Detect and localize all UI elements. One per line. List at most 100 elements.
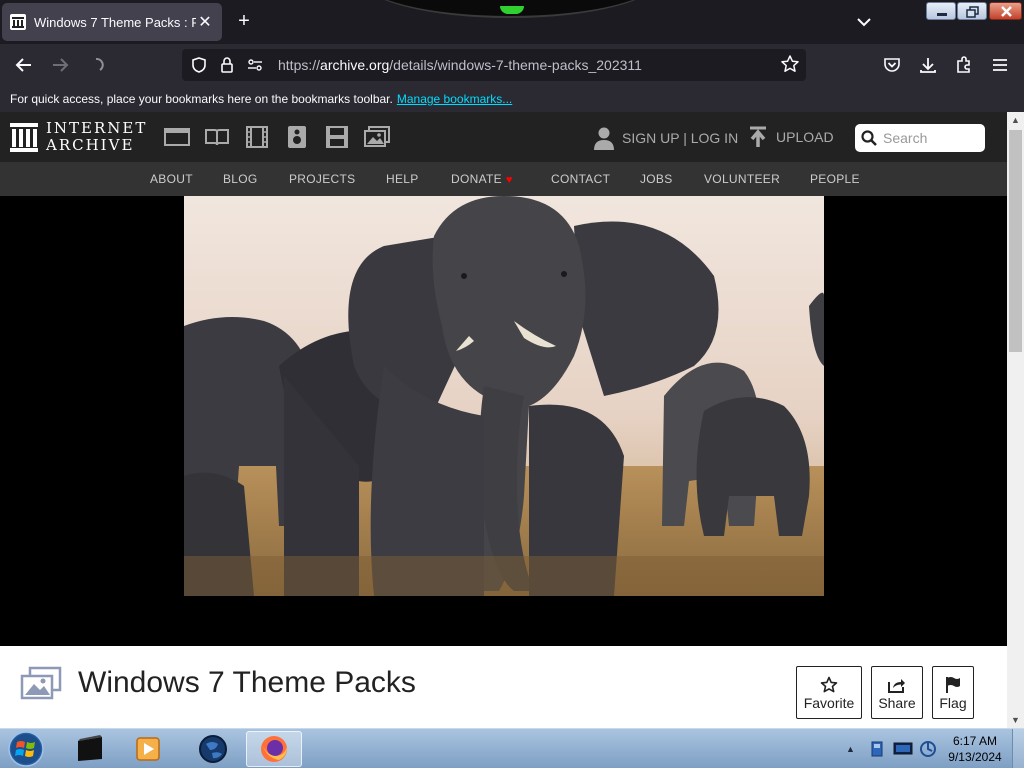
taskbar-app-media-player[interactable] xyxy=(120,731,176,767)
window-restore-button[interactable] xyxy=(957,2,987,20)
manage-bookmarks-link[interactable]: Manage bookmarks... xyxy=(397,92,512,106)
tab-title: Windows 7 Theme Packs : Free xyxy=(34,14,196,30)
archive-top-bar: INTERNET ARCHIVE SIGN UP | LOG IN UPLOAD… xyxy=(0,112,1007,162)
page-scrollbar[interactable]: ▲ ▼ xyxy=(1007,112,1024,728)
archive-building-icon xyxy=(10,123,38,152)
nav-people[interactable]: PEOPLE xyxy=(810,162,860,196)
forward-arrow-icon[interactable] xyxy=(48,53,72,77)
show-hidden-icons-arrow-icon[interactable]: ▲ xyxy=(846,744,855,754)
extensions-icon[interactable] xyxy=(952,53,976,77)
url-text[interactable]: https://archive.org/details/windows-7-th… xyxy=(278,57,806,73)
start-button[interactable] xyxy=(6,730,46,768)
archive-search-box[interactable] xyxy=(855,124,985,152)
video-film-icon[interactable] xyxy=(244,126,270,148)
browser-tab[interactable]: Windows 7 Theme Packs : Free ✕ xyxy=(2,3,222,41)
audio-speaker-icon[interactable] xyxy=(284,126,310,148)
window-minimize-button[interactable] xyxy=(926,2,956,20)
favorite-button[interactable]: Favorite xyxy=(796,666,862,719)
tab-strip: Windows 7 Theme Packs : Free ✕ + xyxy=(0,0,1024,44)
nav-help[interactable]: HELP xyxy=(386,162,419,196)
upload-label: UPLOAD xyxy=(776,129,834,145)
logo-line-2: ARCHIVE xyxy=(46,136,135,154)
nav-contact[interactable]: CONTACT xyxy=(551,162,610,196)
texts-book-icon[interactable] xyxy=(204,126,230,148)
tab-close-icon[interactable]: ✕ xyxy=(196,12,214,32)
firefox-icon xyxy=(261,736,287,762)
software-floppy-icon[interactable] xyxy=(324,126,350,148)
flag-icon xyxy=(945,675,961,695)
network-tray-icon[interactable] xyxy=(869,740,885,758)
scrollbar-thumb[interactable] xyxy=(1009,130,1022,352)
image-collection-icon xyxy=(20,666,62,702)
green-indicator-icon xyxy=(500,6,524,14)
lock-icon[interactable] xyxy=(216,54,238,76)
bookmarks-message: For quick access, place your bookmarks h… xyxy=(10,92,393,106)
user-icon xyxy=(594,127,614,150)
star-icon xyxy=(820,675,838,695)
pocket-icon[interactable] xyxy=(880,53,904,77)
tracking-protection-shield-icon[interactable] xyxy=(188,54,210,76)
window-close-button[interactable] xyxy=(989,2,1022,20)
item-header: Windows 7 Theme Packs Favorite Share Fla… xyxy=(0,646,1007,728)
nav-blog[interactable]: BLOG xyxy=(223,162,258,196)
upload-button[interactable]: UPLOAD xyxy=(748,126,834,148)
reload-loading-icon[interactable] xyxy=(84,53,108,77)
clock-date: 9/13/2024 xyxy=(948,750,1002,764)
nav-jobs[interactable]: JOBS xyxy=(640,162,673,196)
new-tab-button[interactable]: + xyxy=(232,8,256,34)
images-icon[interactable] xyxy=(364,126,390,148)
address-bar[interactable]: https://archive.org/details/windows-7-th… xyxy=(182,49,806,81)
favorite-label: Favorite xyxy=(803,694,855,711)
windows-logo-icon xyxy=(8,731,44,767)
show-desktop-button[interactable] xyxy=(1012,729,1024,768)
taskbar-app-globe[interactable] xyxy=(185,731,241,767)
permissions-icon[interactable] xyxy=(244,54,266,76)
nav-donate-label: DONATE xyxy=(451,172,502,186)
downloads-icon[interactable] xyxy=(916,53,940,77)
item-preview-image[interactable] xyxy=(184,196,824,596)
search-input[interactable] xyxy=(883,130,983,146)
internet-archive-logo[interactable]: INTERNET ARCHIVE xyxy=(10,120,147,154)
url-scheme: https:// xyxy=(278,57,321,73)
page-viewport: INTERNET ARCHIVE SIGN UP | LOG IN UPLOAD… xyxy=(0,112,1007,728)
media-player-icon xyxy=(136,737,160,761)
scroll-down-arrow-icon[interactable]: ▼ xyxy=(1007,712,1024,728)
bookmark-star-icon[interactable] xyxy=(780,54,800,79)
item-title: Windows 7 Theme Packs xyxy=(78,666,416,699)
nav-volunteer[interactable]: VOLUNTEER xyxy=(704,162,780,196)
nav-projects[interactable]: PROJECTS xyxy=(289,162,355,196)
nav-donate[interactable]: DONATE ♥ xyxy=(451,162,513,196)
heart-icon: ♥ xyxy=(505,174,513,186)
url-path: /details/windows-7-theme-packs_202311 xyxy=(389,57,642,73)
sign-up-log-in[interactable]: SIGN UP | LOG IN xyxy=(594,126,738,150)
globe-icon xyxy=(199,735,227,763)
share-label: Share xyxy=(878,694,916,711)
nav-about[interactable]: ABOUT xyxy=(150,162,193,196)
scroll-up-arrow-icon[interactable]: ▲ xyxy=(1007,112,1024,128)
auth-label[interactable]: SIGN UP | LOG IN xyxy=(622,130,738,146)
back-arrow-icon[interactable] xyxy=(12,53,36,77)
share-icon xyxy=(888,675,906,695)
flag-button[interactable]: Flag xyxy=(932,666,974,719)
bookmarks-toolbar: For quick access, place your bookmarks h… xyxy=(0,86,1024,112)
menu-hamburger-icon[interactable] xyxy=(988,53,1012,77)
update-tray-icon[interactable] xyxy=(919,740,937,758)
flag-label: Flag xyxy=(939,694,967,711)
taskbar-app-firefox[interactable] xyxy=(246,731,302,767)
list-all-tabs-chevron-down-icon[interactable] xyxy=(852,10,876,34)
upload-icon xyxy=(750,126,766,147)
archive-nav-menu: ABOUT BLOG PROJECTS HELP DONATE ♥ CONTACT… xyxy=(0,162,1007,196)
archive-favicon-icon xyxy=(10,14,26,30)
taskbar-app-terminal[interactable] xyxy=(62,731,118,767)
logo-line-1: INTERNET xyxy=(46,119,148,137)
search-icon xyxy=(861,130,877,146)
navigation-toolbar: https://archive.org/details/windows-7-th… xyxy=(0,44,1024,86)
logo-text: INTERNET ARCHIVE xyxy=(46,120,147,154)
window-title-decoration xyxy=(360,0,660,18)
system-clock[interactable]: 6:17 AM 9/13/2024 xyxy=(940,733,1010,765)
clock-time: 6:17 AM xyxy=(952,734,998,748)
share-button[interactable]: Share xyxy=(871,666,923,719)
web-icon[interactable] xyxy=(164,126,190,148)
display-tray-icon[interactable] xyxy=(893,741,913,757)
url-host: archive.org xyxy=(320,57,390,73)
